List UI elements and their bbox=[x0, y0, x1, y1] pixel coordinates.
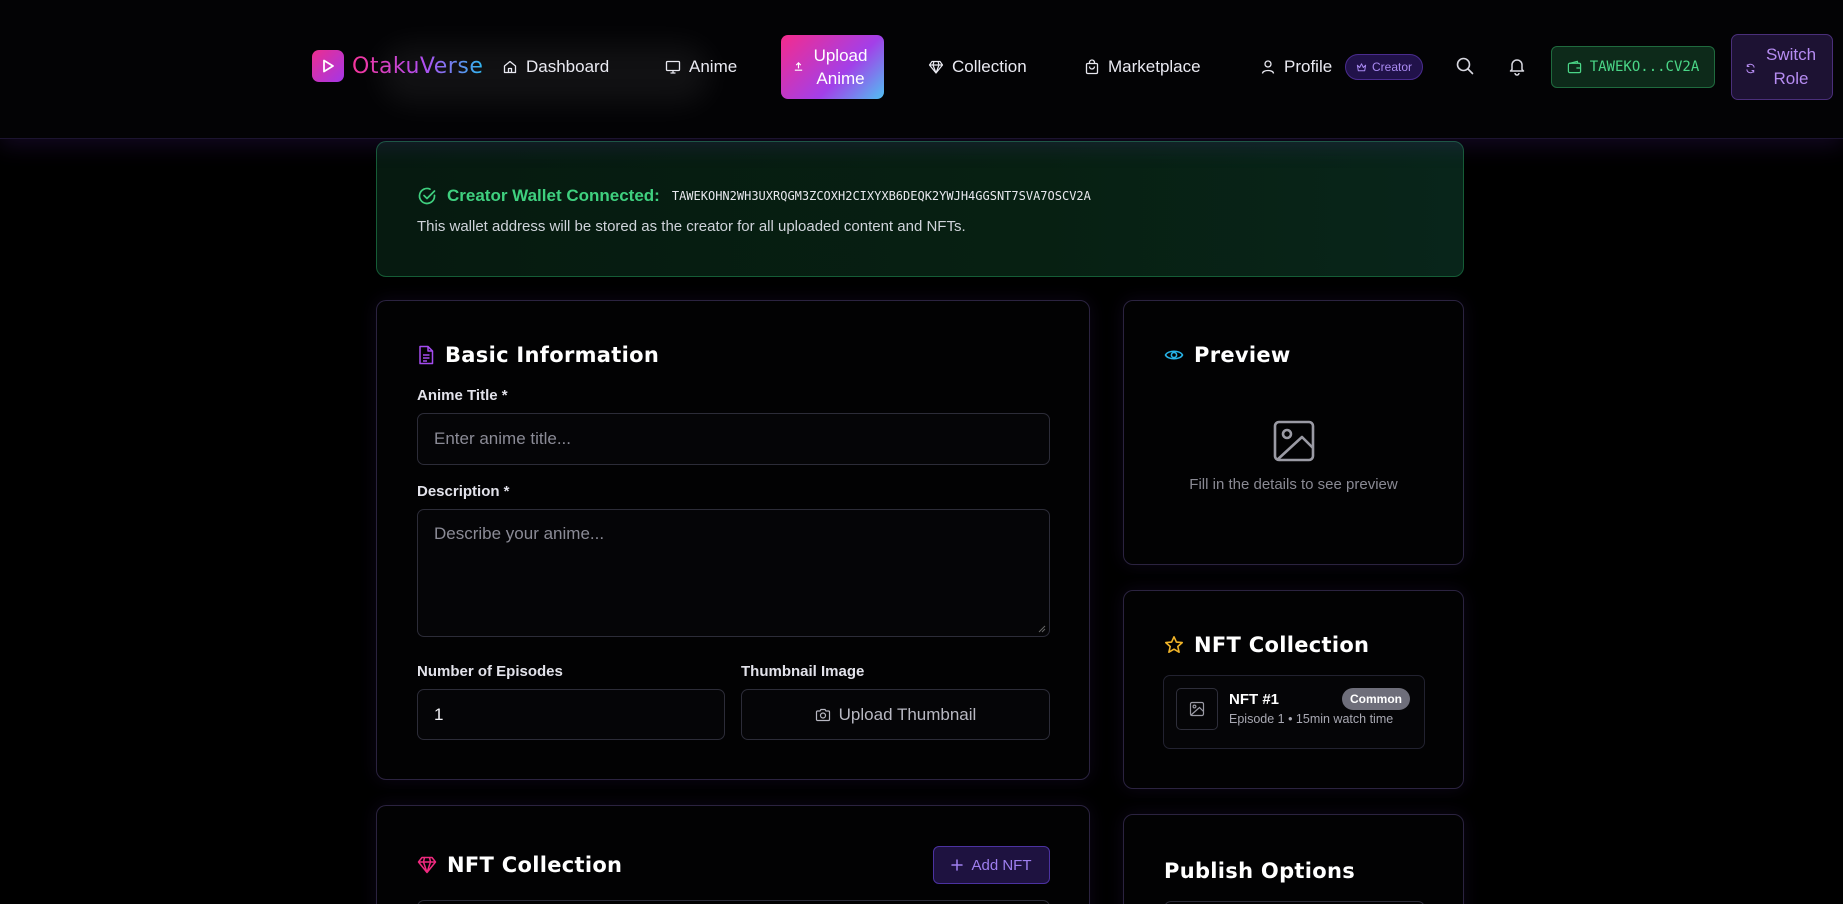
star-icon bbox=[1165, 636, 1183, 653]
episodes-label: Number of Episodes bbox=[417, 663, 563, 680]
brand-name: OtakuVerse bbox=[352, 53, 484, 79]
preview-card: Preview Fill in the details to see previ… bbox=[1123, 300, 1464, 565]
notifications-button[interactable] bbox=[1505, 54, 1529, 78]
nft-list-item[interactable]: NFT #1 Episode 1 • 15min watch time Comm… bbox=[1163, 675, 1425, 749]
upload-thumbnail-label: Upload Thumbnail bbox=[838, 704, 977, 724]
description-textarea[interactable]: Describe your anime... bbox=[417, 509, 1050, 637]
search-icon bbox=[1456, 57, 1474, 75]
shopping-bag-icon bbox=[1085, 59, 1099, 75]
nav-marketplace[interactable]: Marketplace bbox=[1084, 52, 1201, 82]
user-icon bbox=[1261, 60, 1275, 74]
plus-icon bbox=[951, 859, 964, 871]
nft-rarity-badge: Common bbox=[1342, 688, 1410, 710]
nft-image-icon bbox=[1176, 688, 1218, 730]
description-placeholder: Describe your anime... bbox=[434, 524, 605, 543]
nav-marketplace-label: Marketplace bbox=[1108, 57, 1201, 76]
publish-options-card: Publish Options bbox=[1123, 814, 1464, 904]
nav-dashboard-label: Dashboard bbox=[526, 57, 610, 76]
preview-empty-text: Fill in the details to see preview bbox=[1189, 476, 1398, 493]
monitor-icon bbox=[665, 60, 681, 74]
check-circle-icon bbox=[418, 187, 436, 205]
nft-collection-title: NFT Collection bbox=[447, 853, 623, 877]
top-navigation-bar: OtakuVerse Dashboard Anime Upload Anime … bbox=[0, 0, 1843, 139]
switch-role-button[interactable]: Switch Role bbox=[1731, 34, 1833, 100]
wallet-address-button[interactable]: TAWEKO...CV2A bbox=[1551, 46, 1715, 88]
banner-title-row: Creator Wallet Connected: TAWEKOHN2WH3UX… bbox=[417, 186, 1091, 206]
resize-handle-icon[interactable] bbox=[1038, 625, 1046, 633]
nft-name: NFT #1 bbox=[1229, 691, 1280, 708]
add-nft-button[interactable]: Add NFT bbox=[933, 846, 1050, 884]
document-icon bbox=[419, 345, 434, 365]
preview-title: Preview bbox=[1194, 343, 1291, 367]
refresh-icon bbox=[1746, 63, 1755, 74]
basic-information-title: Basic Information bbox=[445, 343, 660, 367]
nft-collection-side-heading: NFT Collection bbox=[1164, 633, 1369, 657]
nav-collection-label: Collection bbox=[952, 57, 1027, 76]
nav-upload-anime-button[interactable]: Upload Anime bbox=[781, 35, 884, 99]
thumbnail-label: Thumbnail Image bbox=[741, 663, 865, 680]
upload-thumbnail-button[interactable]: Upload Thumbnail bbox=[741, 689, 1050, 740]
anime-title-label: Anime Title * bbox=[417, 387, 508, 404]
gem-icon bbox=[928, 60, 944, 74]
nft-collection-preview-card: NFT Collection NFT #1 Episode 1 • 15min … bbox=[1123, 590, 1464, 789]
creator-badge-label: Creator bbox=[1372, 60, 1413, 74]
wallet-icon bbox=[1567, 60, 1581, 73]
eye-icon bbox=[1164, 350, 1184, 360]
publish-options-title: Publish Options bbox=[1164, 859, 1356, 883]
nft-collection-side-title: NFT Collection bbox=[1194, 633, 1370, 657]
nft-collection-heading: NFT Collection bbox=[417, 853, 622, 877]
nft-collection-list-top bbox=[417, 900, 1050, 904]
home-icon bbox=[503, 60, 517, 74]
nav-dashboard[interactable]: Dashboard bbox=[502, 52, 609, 82]
basic-information-card: Basic Information Anime Title * Enter an… bbox=[376, 300, 1090, 780]
episodes-input[interactable]: 1 bbox=[417, 689, 725, 740]
nav-upload-label-line2: Anime bbox=[816, 69, 865, 88]
basic-information-heading: Basic Information bbox=[417, 343, 659, 367]
nft-collection-card: NFT Collection Add NFT bbox=[376, 805, 1090, 904]
play-logo-icon bbox=[312, 50, 344, 82]
wallet-short-address: TAWEKO...CV2A bbox=[1589, 59, 1700, 75]
nav-upload-label-line1: Upload bbox=[813, 46, 868, 65]
camera-icon bbox=[815, 708, 830, 721]
nav-anime-label: Anime bbox=[689, 57, 738, 76]
publish-options-heading: Publish Options bbox=[1164, 859, 1355, 883]
nav-collection[interactable]: Collection bbox=[928, 52, 1027, 82]
add-nft-label: Add NFT bbox=[971, 856, 1032, 874]
image-placeholder-icon bbox=[1273, 420, 1315, 467]
nav-profile[interactable]: Profile bbox=[1260, 52, 1332, 82]
creator-role-badge: Creator bbox=[1345, 54, 1424, 80]
upload-icon bbox=[794, 61, 803, 71]
nav-anime[interactable]: Anime bbox=[665, 52, 737, 82]
switch-role-label-line2: Role bbox=[1773, 69, 1809, 88]
search-button[interactable] bbox=[1453, 54, 1477, 78]
creator-wallet-banner: Creator Wallet Connected: TAWEKOHN2WH3UX… bbox=[376, 141, 1464, 277]
creator-wallet-address: TAWEKOHN2WH3UXRQGM3ZCOXH2CIXYXB6DEQK2YWJ… bbox=[671, 189, 1091, 203]
crown-icon bbox=[1356, 62, 1367, 71]
nav-profile-label: Profile bbox=[1284, 57, 1333, 76]
anime-title-input[interactable]: Enter anime title... bbox=[417, 413, 1050, 465]
description-label: Description * bbox=[417, 483, 510, 500]
gem-icon bbox=[417, 856, 437, 874]
switch-role-label-line1: Switch bbox=[1765, 45, 1817, 64]
bell-icon bbox=[1509, 59, 1525, 76]
brand-logo[interactable]: OtakuVerse bbox=[312, 50, 483, 82]
banner-description: This wallet address will be stored as th… bbox=[417, 218, 966, 235]
preview-heading: Preview bbox=[1164, 343, 1291, 367]
nft-meta: Episode 1 • 15min watch time bbox=[1229, 712, 1394, 726]
banner-label: Creator Wallet Connected: bbox=[447, 186, 660, 205]
